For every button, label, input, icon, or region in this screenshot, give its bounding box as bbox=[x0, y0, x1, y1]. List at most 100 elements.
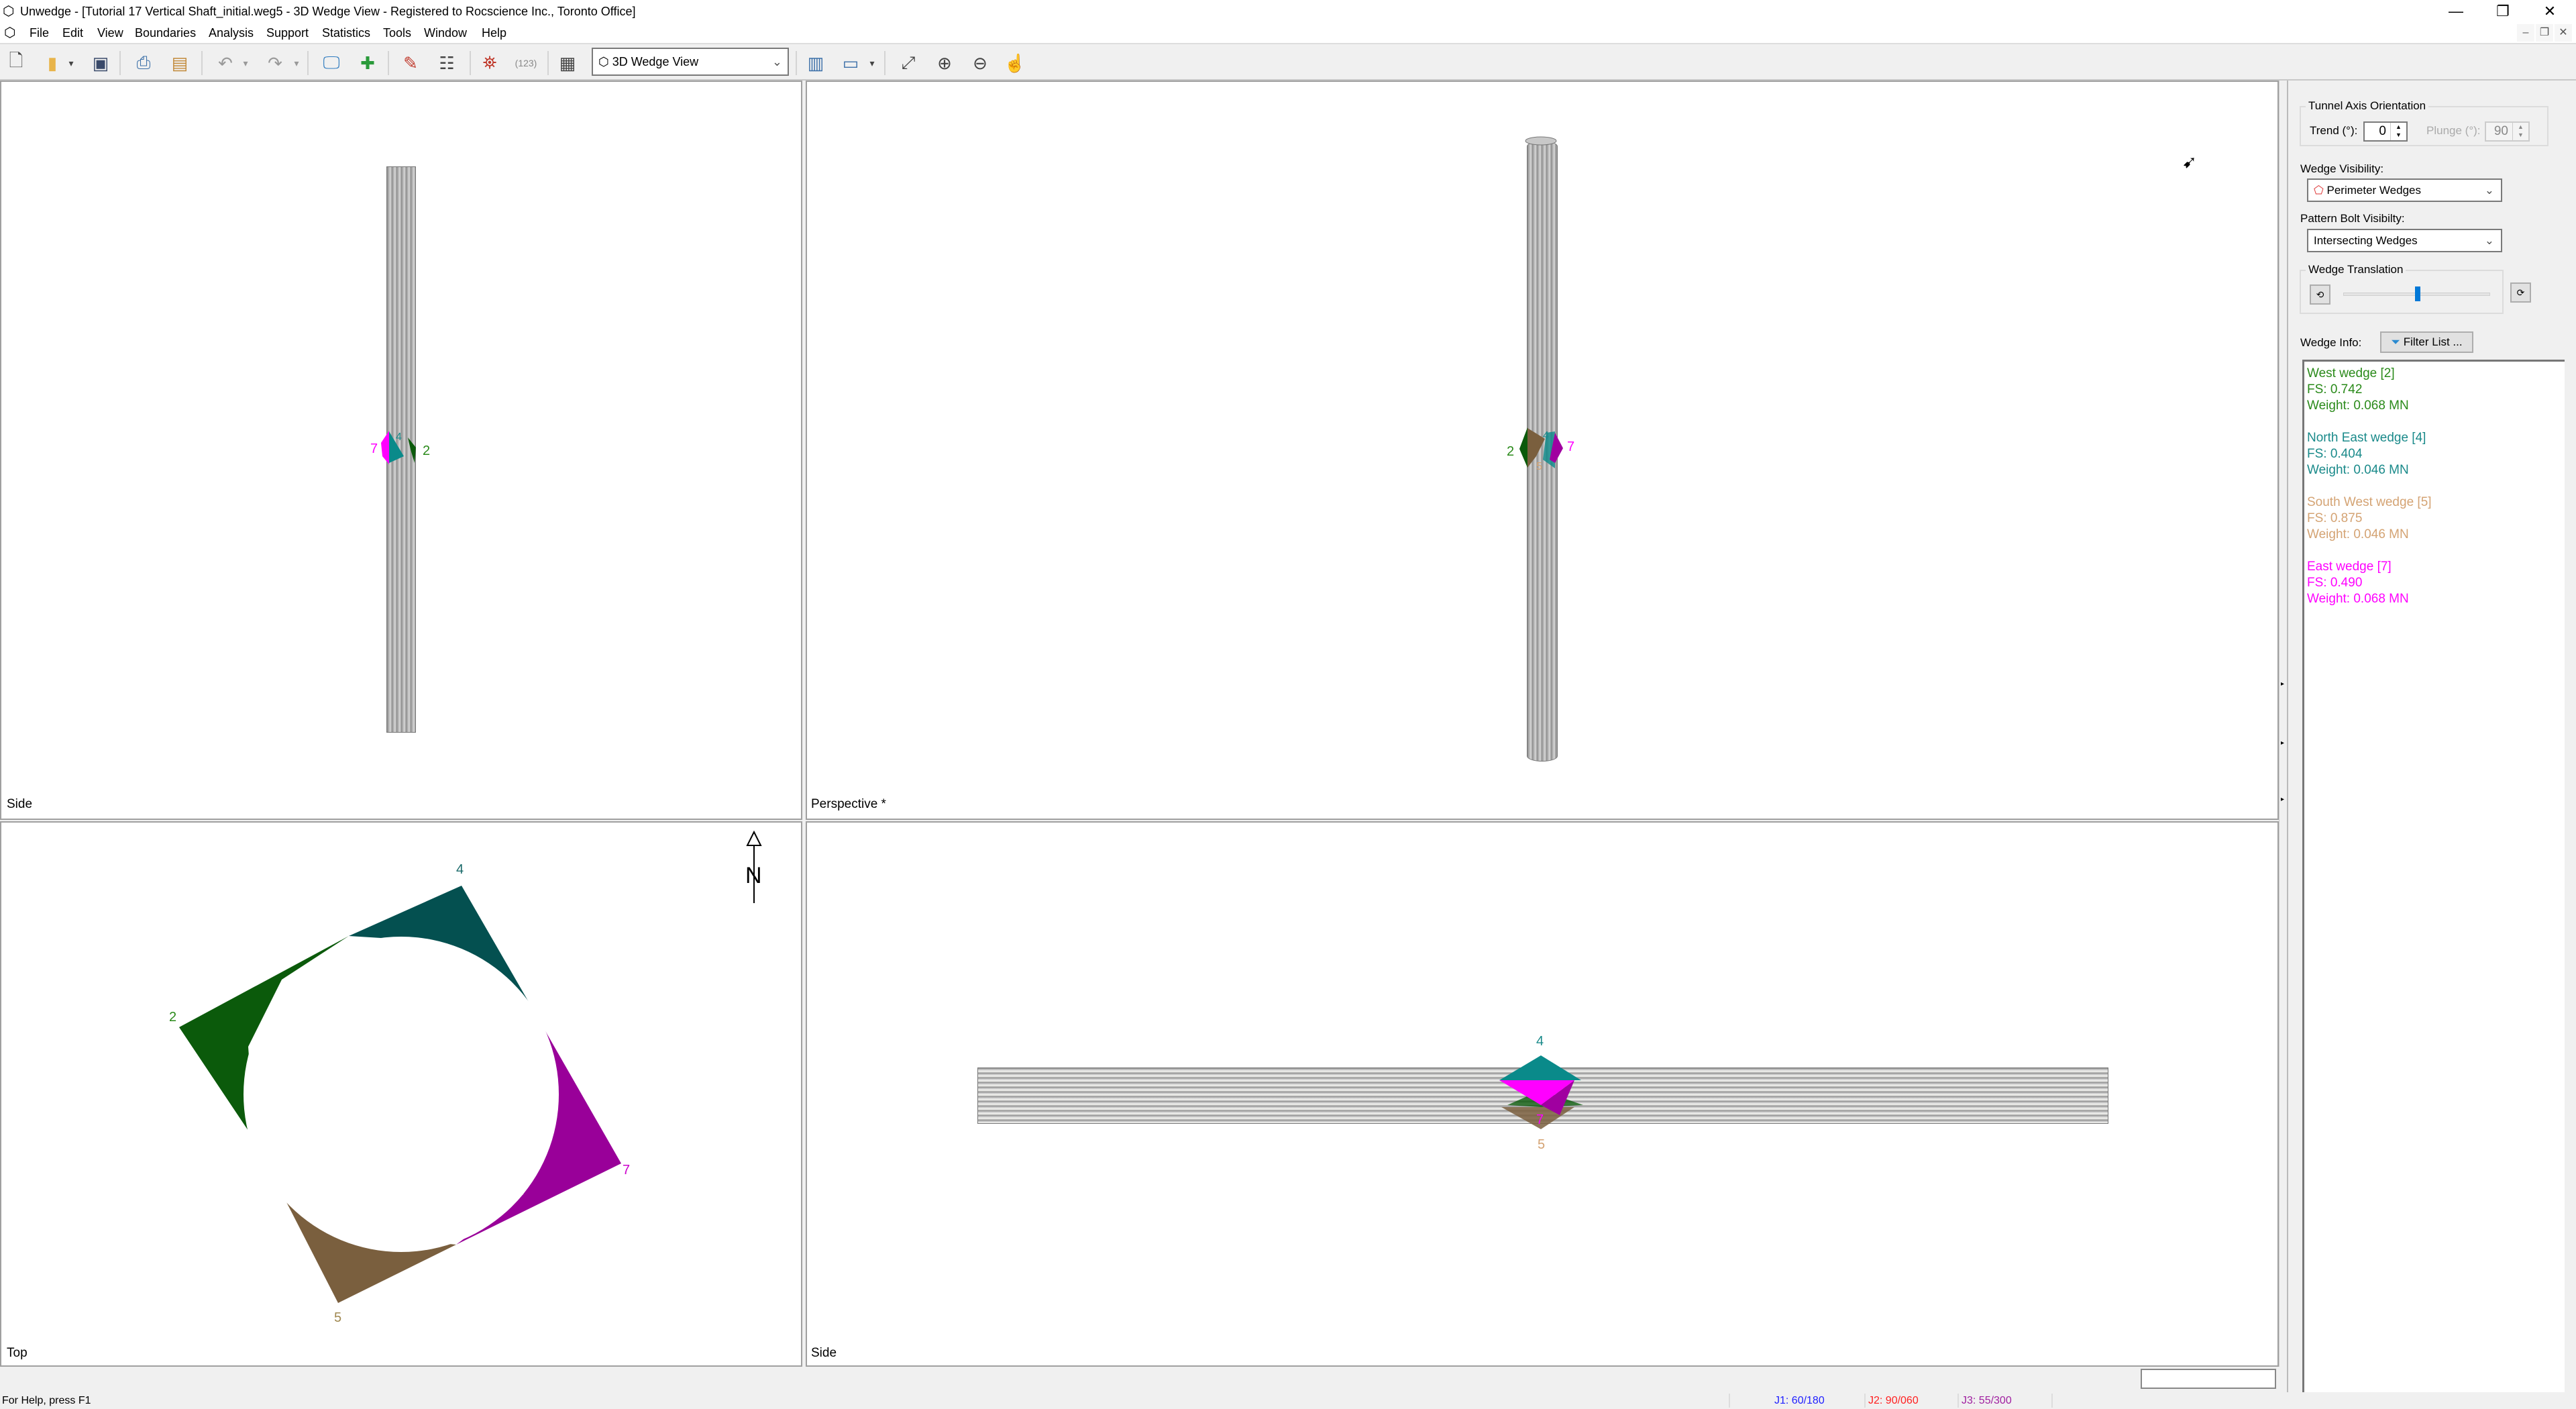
mdi-minimize-button[interactable]: – bbox=[2517, 24, 2534, 42]
menu-window[interactable]: Window bbox=[424, 23, 467, 43]
menu-analysis[interactable]: Analysis bbox=[209, 23, 254, 43]
viewport-label: Side bbox=[7, 797, 33, 811]
export-icon[interactable]: ▤ bbox=[168, 51, 192, 75]
status-separator bbox=[1864, 1394, 1866, 1408]
viewport-label: Top bbox=[7, 1346, 28, 1360]
status-separator bbox=[1729, 1394, 1730, 1408]
print-icon[interactable]: ⎙ bbox=[131, 51, 156, 75]
window-title: Unwedge - [Tutorial 17 Vertical Shaft_in… bbox=[20, 5, 636, 18]
app-logo-icon: ⬡ bbox=[3, 4, 15, 19]
wedge-name: South West wedge [5] bbox=[2307, 495, 2432, 509]
undo-icon[interactable]: ↶ bbox=[213, 51, 237, 75]
save-icon[interactable]: ▣ bbox=[89, 51, 113, 75]
tunnel-axis-title: Tunnel Axis Orientation bbox=[2306, 99, 2429, 113]
translate-animate-button[interactable]: ⟳ bbox=[2510, 282, 2531, 303]
zoom-extents-icon[interactable]: ⤢ bbox=[896, 51, 920, 75]
trend-label: Trend (°): bbox=[2310, 124, 2358, 137]
wedge-name: East wedge [7] bbox=[2307, 560, 2392, 574]
toolbar-separator bbox=[796, 51, 797, 75]
wedge-numbers-icon[interactable]: (123) bbox=[514, 51, 538, 75]
toolbar-separator bbox=[119, 51, 121, 75]
new-file-icon[interactable]: 🗋 bbox=[4, 50, 28, 75]
filter-list-label: Filter List ... bbox=[2403, 335, 2463, 348]
viewport-scrollbar[interactable]: ▸ ▸ ▸ bbox=[2279, 81, 2287, 1367]
wedge-info-item[interactable]: South West wedge [5] FS: 0.875 Weight: 0… bbox=[2307, 494, 2562, 543]
horizontal-scroll-box[interactable] bbox=[2141, 1369, 2276, 1389]
wedge-info-item[interactable]: East wedge [7] FS: 0.490 Weight: 0.068 M… bbox=[2307, 559, 2562, 607]
menu-support[interactable]: Support bbox=[266, 23, 309, 43]
menu-statistics[interactable]: Statistics bbox=[322, 23, 370, 43]
mdi-close-button[interactable]: ✕ bbox=[2555, 24, 2572, 42]
status-separator bbox=[2051, 1394, 2053, 1408]
zoom-out-icon[interactable]: ⊖ bbox=[968, 51, 992, 75]
chevron-down-icon: ⌄ bbox=[771, 55, 782, 68]
undo-dropdown-arrow[interactable]: ▾ bbox=[239, 51, 252, 75]
translate-reset-button[interactable]: ⟲ bbox=[2310, 284, 2330, 305]
zoom-in-icon[interactable]: ⊕ bbox=[932, 51, 957, 75]
wedge-info-list[interactable]: West wedge [2] FS: 0.742 Weight: 0.068 M… bbox=[2302, 360, 2565, 1393]
add-plot-icon[interactable]: ✚ bbox=[356, 51, 380, 75]
view-tile-icon[interactable]: ▭ bbox=[839, 51, 863, 75]
viewport-top[interactable]: Top bbox=[0, 821, 802, 1367]
wedge-weight: Weight: 0.068 MN bbox=[2307, 592, 2409, 606]
layout-icon[interactable]: ▥ bbox=[804, 51, 828, 75]
properties-icon[interactable]: ☷ bbox=[435, 51, 459, 75]
minimize-button[interactable]: — bbox=[2432, 0, 2479, 23]
wedge-info-item[interactable]: West wedge [2] FS: 0.742 Weight: 0.068 M… bbox=[2307, 366, 2562, 414]
edit-icon[interactable]: ✎ bbox=[398, 51, 423, 75]
viewport-side-bottom-right[interactable]: Side bbox=[806, 821, 2279, 1367]
translation-slider[interactable] bbox=[2343, 286, 2490, 301]
calculator-icon[interactable]: ▦ bbox=[555, 51, 580, 75]
plunge-spinner: ▲ ▼ bbox=[2512, 123, 2528, 140]
title-bar: ⬡ Unwedge - [Tutorial 17 Vertical Shaft_… bbox=[0, 0, 2576, 23]
menu-tools[interactable]: Tools bbox=[383, 23, 411, 43]
menu-edit[interactable]: Edit bbox=[62, 23, 83, 43]
toolbar-separator bbox=[201, 51, 203, 75]
display-options-icon[interactable]: 🖵 bbox=[319, 51, 343, 75]
toolbar-separator bbox=[470, 51, 471, 75]
shaft-cylinder bbox=[1527, 141, 1558, 762]
chevron-down-icon: ⌄ bbox=[2484, 234, 2494, 247]
wedge-visibility-dropdown[interactable]: ⬠ Perimeter Wedges ⌄ bbox=[2307, 178, 2502, 202]
translation-slider-thumb[interactable] bbox=[2414, 286, 2420, 301]
open-folder-icon[interactable]: ▮ bbox=[40, 51, 64, 75]
menu-view[interactable]: View bbox=[97, 23, 123, 43]
filter-list-button[interactable]: ⏷ Filter List ... bbox=[2380, 331, 2473, 353]
scroll-arrow-icon[interactable]: ▸ bbox=[2281, 739, 2284, 747]
menu-file[interactable]: File bbox=[30, 23, 49, 43]
toolbar-separator bbox=[547, 51, 549, 75]
trend-spinner[interactable]: ▲ ▼ bbox=[2390, 123, 2406, 140]
plunge-input: 90 ▲ ▼ bbox=[2485, 121, 2530, 142]
toolbar-separator bbox=[307, 51, 309, 75]
wedge-weight: Weight: 0.046 MN bbox=[2307, 527, 2409, 541]
joint-1-orientation: J1: 60/180 bbox=[1774, 1395, 1825, 1406]
open-dropdown-arrow[interactable]: ▾ bbox=[64, 51, 78, 75]
compute-icon[interactable]: ⛯ bbox=[478, 51, 502, 75]
wedge-view-icon: ⬡ bbox=[598, 55, 609, 68]
menu-help[interactable]: Help bbox=[482, 23, 506, 43]
viewport-side-top-left[interactable]: Side bbox=[0, 81, 802, 820]
status-help-text: For Help, press F1 bbox=[2, 1395, 91, 1406]
wedge-info-item[interactable]: North East wedge [4] FS: 0.404 Weight: 0… bbox=[2307, 430, 2562, 478]
restore-button[interactable]: ❐ bbox=[2479, 0, 2526, 23]
view-select-dropdown[interactable]: ⬡ 3D Wedge View ⌄ bbox=[592, 48, 789, 76]
plunge-label: Plunge (°): bbox=[2426, 124, 2481, 137]
pan-icon[interactable]: ☝ bbox=[1003, 51, 1027, 75]
menu-boundaries[interactable]: Boundaries bbox=[135, 23, 196, 43]
wedge-weight: Weight: 0.046 MN bbox=[2307, 463, 2409, 477]
trend-input[interactable]: 0 ▲ ▼ bbox=[2363, 121, 2408, 142]
bolt-visibility-dropdown[interactable]: Intersecting Wedges ⌄ bbox=[2307, 229, 2502, 252]
redo-dropdown-arrow[interactable]: ▾ bbox=[290, 51, 303, 75]
view-tile-dropdown-arrow[interactable]: ▾ bbox=[865, 51, 879, 75]
wedge-fs: FS: 0.404 bbox=[2307, 447, 2363, 461]
scroll-arrow-icon[interactable]: ▸ bbox=[2281, 680, 2284, 688]
scroll-arrow-icon[interactable]: ▸ bbox=[2281, 796, 2284, 803]
toolbar: 🗋 ▮ ▾ ▣ ⎙ ▤ ↶ ▾ ↷ ▾ 🖵 ✚ ✎ ☷ ⛯ (123) ▦ ⬡ … bbox=[0, 46, 2576, 81]
mdi-restore-button[interactable]: ❐ bbox=[2536, 24, 2553, 42]
shaft-cylinder bbox=[977, 1067, 2108, 1124]
redo-icon[interactable]: ↷ bbox=[263, 51, 287, 75]
close-button[interactable]: ✕ bbox=[2526, 0, 2573, 23]
viewport-perspective[interactable]: ➹ Perspective * bbox=[806, 81, 2279, 820]
filter-icon: ⏷ bbox=[2391, 335, 2400, 348]
toolbar-separator bbox=[884, 51, 885, 75]
